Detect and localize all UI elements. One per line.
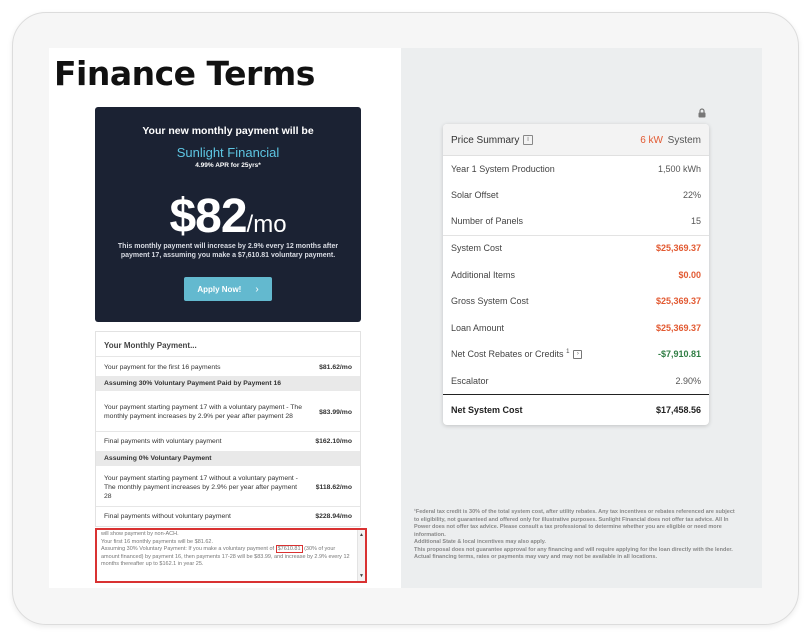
- scrollbar[interactable]: ▲ ▼: [357, 530, 365, 581]
- system-size: 6 kW: [640, 135, 663, 146]
- summary-row: System Cost $25,369.37: [451, 243, 701, 253]
- row-label: Your payment starting payment 17 with a …: [104, 404, 302, 420]
- footnote-marker: 1: [566, 349, 570, 355]
- hero-heading: Your new monthly payment will be: [142, 125, 314, 137]
- system-label: System: [667, 135, 701, 146]
- summary-row: Solar Offset 22%: [451, 190, 701, 200]
- summary-value: 22%: [682, 190, 701, 200]
- row-value: $118.62/mo: [315, 483, 352, 491]
- summary-value: $25,369.37: [655, 243, 701, 253]
- summary-value: $25,369.37: [655, 296, 701, 306]
- disclaimer-text: will show payment by non-ACH. Your first…: [101, 531, 353, 569]
- payment-amount-unit: /mo: [246, 211, 287, 238]
- payment-amount: $82/mo: [95, 189, 361, 244]
- price-summary-title: Price Summary: [451, 135, 520, 146]
- apply-now-label: Apply Now!: [197, 284, 242, 294]
- summary-label: Escalator: [451, 376, 489, 386]
- price-summary-header: Price Summary i 6 kW System: [443, 124, 709, 156]
- table-row: Final payments without voluntary payment…: [96, 509, 360, 523]
- disclaimer-line: Your first 16 monthly payments will be $…: [101, 538, 213, 545]
- summary-value: 2.90%: [675, 376, 701, 386]
- section-header-0: Assuming 0% Voluntary Payment: [96, 451, 360, 466]
- summary-label: Solar Offset: [451, 190, 499, 200]
- apply-now-button[interactable]: Apply Now! ›: [184, 277, 272, 301]
- summary-row: Net Cost Rebates or Credits 1 › -$7,910.8…: [451, 349, 701, 360]
- summary-row: Gross System Cost $25,369.37: [451, 296, 701, 306]
- page-title: Finance Terms: [54, 54, 315, 93]
- net-system-cost-row: Net System Cost $17,458.56: [443, 394, 709, 425]
- table-row: Your payment starting payment 17 with a …: [96, 396, 360, 428]
- disclaimer-line: Assuming 30% Voluntary Payment: If you m…: [101, 545, 353, 569]
- tax-footnote: ¹Federal tax credit is 30% of the total …: [414, 509, 739, 562]
- row-label: Your payment for the first 16 payments: [104, 363, 221, 371]
- lock-icon: [698, 108, 706, 118]
- divider: [96, 506, 360, 507]
- monthly-payment-title: Your Monthly Payment...: [104, 341, 197, 350]
- summary-value: $25,369.37: [655, 323, 701, 333]
- footnote-text: ¹Federal tax credit is 30% of the total …: [414, 509, 735, 538]
- price-summary-card: Price Summary i 6 kW System Year 1 Syste…: [443, 124, 709, 425]
- disclaimer-segment: Assuming 30% Voluntary Payment: If you m…: [101, 546, 275, 552]
- summary-label: Additional Items: [451, 270, 516, 280]
- net-system-cost-value: $17,458.56: [655, 405, 701, 415]
- disclaimer-line: will show payment by non-ACH.: [101, 531, 179, 537]
- summary-value: $0.00: [678, 270, 701, 280]
- row-value: $162.10/mo: [315, 437, 352, 445]
- chevron-right-icon: ›: [255, 283, 259, 295]
- summary-row: Year 1 System Production 1,500 kWh: [451, 164, 701, 174]
- monthly-payment-table: Your Monthly Payment... Your payment for…: [95, 331, 361, 527]
- summary-label-text: Net Cost Rebates or Credits: [451, 349, 564, 359]
- row-value: $228.94/mo: [315, 512, 352, 520]
- details-icon[interactable]: ›: [573, 350, 583, 360]
- apr-text: 4.99% APR for 25yrs*: [195, 162, 261, 169]
- summary-label: Gross System Cost: [451, 296, 529, 306]
- net-system-cost-label: Net System Cost: [451, 405, 523, 415]
- footnote-text: This proposal does not guarantee approva…: [414, 546, 733, 561]
- summary-value: 1,500 kWh: [657, 164, 701, 174]
- summary-label: Net Cost Rebates or Credits 1 ›: [451, 349, 583, 360]
- summary-row: Number of Panels 15: [451, 216, 701, 226]
- table-row: Final payments with voluntary payment $1…: [96, 434, 360, 448]
- disclaimer-scroll-box[interactable]: will show payment by non-ACH. Your first…: [95, 528, 367, 583]
- payment-note: This monthly payment will increase by 2.…: [117, 243, 339, 259]
- row-label: Your payment starting payment 17 without…: [104, 474, 298, 500]
- summary-row: Additional Items $0.00: [451, 270, 701, 280]
- info-icon[interactable]: i: [523, 135, 533, 145]
- payment-amount-value: $82: [169, 190, 247, 243]
- scroll-down-icon[interactable]: ▼: [359, 573, 364, 579]
- section-header-30: Assuming 30% Voluntary Payment Paid by P…: [96, 376, 360, 391]
- divider: [96, 431, 360, 432]
- table-row: Your payment for the first 16 payments $…: [96, 360, 360, 374]
- summary-label: Loan Amount: [451, 323, 505, 333]
- summary-label: Year 1 System Production: [451, 164, 555, 174]
- monthly-payment-card: Your new monthly payment will be Sunligh…: [95, 107, 361, 322]
- row-label: Final payments without voluntary payment: [104, 512, 231, 520]
- row-label: Final payments with voluntary payment: [104, 437, 222, 445]
- summary-label: Number of Panels: [451, 216, 524, 226]
- summary-value: 15: [690, 216, 701, 226]
- summary-value: -$7,910.81: [657, 349, 701, 359]
- summary-row: Escalator 2.90%: [451, 376, 701, 386]
- divider: [96, 356, 360, 357]
- lender-name: Sunlight Financial: [176, 145, 280, 160]
- footnote-text: Additional State & local incentives may …: [414, 539, 546, 545]
- summary-label: System Cost: [451, 243, 503, 253]
- row-value: $83.99/mo: [319, 408, 352, 416]
- row-value: $81.62/mo: [319, 363, 352, 371]
- table-row: Your payment starting payment 17 without…: [96, 471, 360, 503]
- scroll-up-icon[interactable]: ▲: [359, 532, 364, 538]
- highlighted-amount: $7610.81: [275, 545, 303, 553]
- divider: [443, 235, 709, 236]
- summary-row: Loan Amount $25,369.37: [451, 323, 701, 333]
